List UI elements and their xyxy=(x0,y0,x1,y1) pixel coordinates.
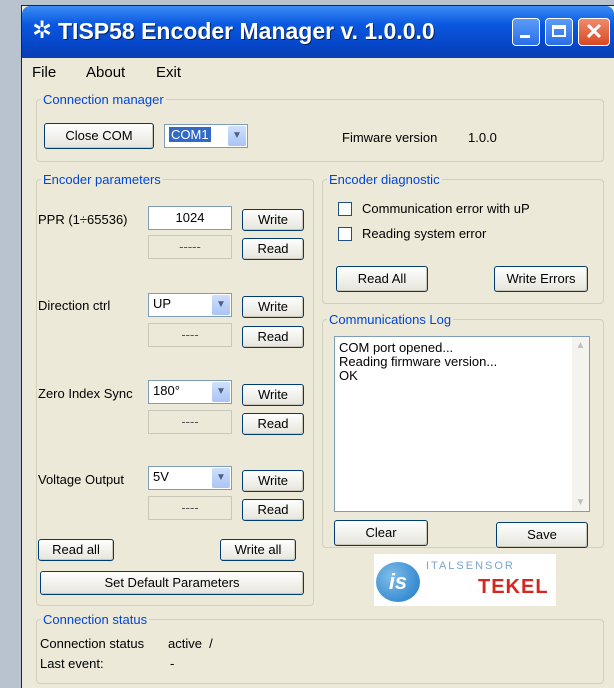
close-icon: ✕ xyxy=(584,19,604,44)
menu-file[interactable]: File xyxy=(32,64,56,81)
reading-system-error-checkbox[interactable] xyxy=(338,227,352,241)
communications-log-legend: Communications Log xyxy=(329,312,452,327)
connection-status-legend: Connection status xyxy=(43,612,148,627)
logo-sub: TEKEL xyxy=(478,576,549,598)
zero-index-read-button[interactable]: Read xyxy=(242,413,304,435)
firmware-version-value: 1.0.0 xyxy=(468,130,497,145)
connection-manager-legend: Connection manager xyxy=(43,92,164,107)
ppr-write-button[interactable]: Write xyxy=(242,209,304,231)
maximize-button[interactable] xyxy=(545,18,573,46)
scroll-up-icon[interactable]: ▲ xyxy=(572,337,589,354)
minimize-button[interactable] xyxy=(512,18,540,46)
com-port-select[interactable]: COM1 ▼ xyxy=(164,124,248,148)
last-event-label: Last event: xyxy=(40,656,104,671)
logo-brand: ITALSENSOR xyxy=(426,560,515,572)
zero-index-write-button[interactable]: Write xyxy=(242,384,304,406)
close-com-button[interactable]: Close COM xyxy=(44,123,154,149)
encoder-diagnostic-legend: Encoder diagnostic xyxy=(329,172,440,187)
zero-index-label: Zero Index Sync xyxy=(38,386,133,401)
log-scrollbar[interactable]: ▲ ▼ xyxy=(572,337,589,511)
title-bar[interactable]: ✲ TISP58 Encoder Manager v. 1.0.0.0 ✕ xyxy=(22,6,614,58)
direction-value: UP xyxy=(153,296,172,311)
communication-error-label: Communication error with uP xyxy=(362,201,530,216)
set-default-parameters-button[interactable]: Set Default Parameters xyxy=(40,571,304,595)
encoder-parameters-legend: Encoder parameters xyxy=(43,172,161,187)
scroll-down-icon[interactable]: ▼ xyxy=(572,494,589,511)
chevron-down-icon[interactable]: ▼ xyxy=(212,295,230,315)
ppr-readback-field: ----- xyxy=(148,235,232,259)
voltage-output-label: Voltage Output xyxy=(38,472,125,487)
save-log-button[interactable]: Save xyxy=(496,522,588,548)
italsensor-tekel-logo: is ITALSENSOR TEKEL xyxy=(374,554,556,606)
communication-error-checkbox[interactable] xyxy=(338,202,352,216)
voltage-readback-field: ---- xyxy=(148,496,232,520)
voltage-output-value: 5V xyxy=(153,469,169,484)
log-line: OK xyxy=(339,368,358,383)
log-lines: COM port opened... Reading firmware vers… xyxy=(339,341,497,383)
gear-icon[interactable]: ✲ xyxy=(32,18,52,44)
log-line: Reading firmware version... xyxy=(339,354,498,369)
direction-read-button[interactable]: Read xyxy=(242,326,304,348)
menu-bar: File About Exit xyxy=(22,58,614,86)
maximize-icon xyxy=(552,25,566,37)
app-window: ✲ TISP58 Encoder Manager v. 1.0.0.0 ✕ Fi… xyxy=(22,6,614,688)
last-event-value: - xyxy=(170,656,175,671)
window-title: TISP58 Encoder Manager v. 1.0.0.0 xyxy=(58,18,435,44)
zero-index-select[interactable]: 180° ▼ xyxy=(148,380,232,404)
close-button[interactable]: ✕ xyxy=(578,18,610,46)
voltage-write-button[interactable]: Write xyxy=(242,470,304,492)
chevron-down-icon[interactable]: ▼ xyxy=(212,468,230,488)
minimize-icon xyxy=(520,35,530,38)
read-all-parameters-button[interactable]: Read all xyxy=(38,539,114,561)
voltage-read-button[interactable]: Read xyxy=(242,499,304,521)
menu-about[interactable]: About xyxy=(86,64,125,81)
reading-system-error-label: Reading system error xyxy=(362,226,487,241)
write-all-parameters-button[interactable]: Write all xyxy=(220,539,296,561)
direction-select[interactable]: UP ▼ xyxy=(148,293,232,317)
ppr-input[interactable]: 1024 xyxy=(148,206,232,230)
com-port-value: COM1 xyxy=(169,127,211,142)
communications-log-textarea[interactable]: COM port opened... Reading firmware vers… xyxy=(334,336,590,512)
chevron-down-icon[interactable]: ▼ xyxy=(228,126,246,146)
zero-index-readback-field: ---- xyxy=(148,410,232,434)
direction-readback-field: ---- xyxy=(148,323,232,347)
direction-label: Direction ctrl xyxy=(38,298,111,313)
log-line: COM port opened... xyxy=(339,340,454,355)
ppr-label: PPR (1÷65536) xyxy=(38,212,128,227)
connection-status-label: Connection status xyxy=(40,636,145,651)
write-errors-button[interactable]: Write Errors xyxy=(494,266,588,292)
ppr-read-button[interactable]: Read xyxy=(242,238,304,260)
firmware-version-label: Fimware version xyxy=(342,130,438,145)
voltage-output-select[interactable]: 5V ▼ xyxy=(148,466,232,490)
zero-index-value: 180° xyxy=(153,383,180,398)
chevron-down-icon[interactable]: ▼ xyxy=(212,382,230,402)
logo-mark: is xyxy=(376,562,420,602)
clear-log-button[interactable]: Clear xyxy=(334,520,428,546)
direction-write-button[interactable]: Write xyxy=(242,296,304,318)
menu-exit[interactable]: Exit xyxy=(156,64,181,81)
diagnostic-read-all-button[interactable]: Read All xyxy=(336,266,428,292)
connection-status-value: active / xyxy=(168,636,213,651)
